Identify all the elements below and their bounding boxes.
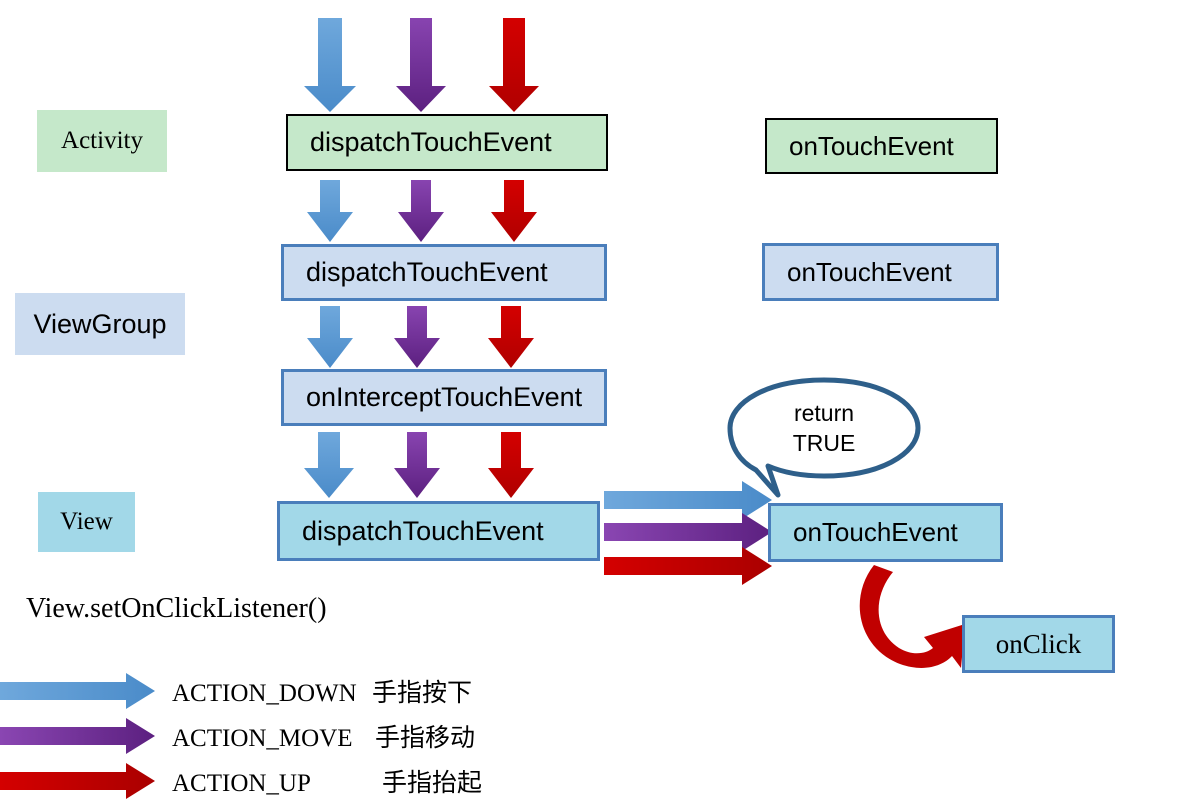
arrow-right-action-up	[604, 547, 772, 585]
node-viewgroup-ontouch-label: onTouchEvent	[787, 256, 952, 287]
layer-label-activity: Activity	[37, 110, 167, 172]
layer-label-activity-text: Activity	[61, 127, 143, 154]
layer-label-viewgroup-text: ViewGroup	[33, 308, 167, 339]
note-set-on-click-listener-text: View.setOnClickListener()	[26, 593, 327, 624]
legend-arrow-action-down-icon	[0, 673, 155, 709]
arrow-down-action-move-3	[394, 306, 440, 368]
node-activity-on-touch-event[interactable]: onTouchEvent	[765, 118, 998, 174]
node-view-dispatch-touch-event[interactable]: dispatchTouchEvent	[277, 501, 600, 561]
legend-label-action-down: ACTION_DOWN	[172, 680, 357, 707]
node-viewgroup-on-touch-event[interactable]: onTouchEvent	[762, 243, 999, 301]
legend-cn-action-down: 手指按下	[372, 680, 473, 707]
diagram-canvas: Activity ViewGroup View dispatchTouchEve…	[0, 0, 1181, 804]
node-activity-dispatch-label: dispatchTouchEvent	[310, 127, 552, 157]
node-viewgroup-intercept-label: onInterceptTouchEvent	[306, 382, 583, 412]
arrow-down-action-up-2	[491, 180, 537, 242]
arrow-down-action-move-2	[398, 180, 444, 242]
legend-arrow-action-move-icon	[0, 718, 155, 754]
arrow-down-action-down-1	[304, 18, 356, 112]
layer-label-viewgroup: ViewGroup	[15, 293, 185, 355]
legend-label-action-move: ACTION_MOVE	[172, 725, 353, 752]
arrow-down-action-up-4	[488, 432, 534, 498]
callout-return-true: return TRUE	[738, 398, 910, 458]
arrow-right-action-move	[604, 513, 772, 551]
layer-label-view: View	[38, 492, 135, 552]
arrow-down-action-down-2	[307, 180, 353, 242]
layer-label-view-text: View	[60, 508, 113, 535]
callout-line-2: TRUE	[792, 430, 856, 456]
legend-cn-action-move: 手指移动	[375, 725, 476, 752]
node-view-on-touch-event[interactable]: onTouchEvent	[768, 503, 1003, 562]
node-viewgroup-dispatch-label: dispatchTouchEvent	[306, 257, 548, 287]
arrow-down-action-move-4	[394, 432, 440, 498]
node-viewgroup-dispatch-touch-event[interactable]: dispatchTouchEvent	[281, 244, 607, 301]
legend-item-action-move: ACTION_MOVE 手指移动	[0, 718, 475, 754]
node-view-dispatch-label: dispatchTouchEvent	[302, 515, 544, 546]
arrow-right-action-down	[604, 481, 772, 519]
arrow-curved-onclick	[859, 565, 965, 668]
node-view-ontouch-label: onTouchEvent	[793, 517, 958, 547]
callout-line-1: return	[793, 400, 855, 426]
legend-cn-action-up: 手指抬起	[382, 770, 483, 797]
arrow-down-action-down-4	[304, 432, 354, 498]
legend-item-action-up: ACTION_UP 手指抬起	[0, 763, 482, 799]
node-activity-dispatch-touch-event[interactable]: dispatchTouchEvent	[286, 114, 608, 171]
node-onclick[interactable]: onClick	[962, 615, 1115, 673]
arrow-down-action-up-1	[489, 18, 539, 112]
arrow-down-action-up-3	[488, 306, 534, 368]
arrow-down-action-down-3	[307, 306, 353, 368]
node-onclick-label: onClick	[995, 628, 1082, 659]
legend-label-action-up: ACTION_UP	[172, 770, 311, 797]
legend-arrow-action-up-icon	[0, 763, 155, 799]
note-set-on-click-listener: View.setOnClickListener()	[26, 593, 327, 625]
legend-item-action-down: ACTION_DOWN 手指按下	[0, 673, 472, 709]
node-activity-ontouch-label: onTouchEvent	[789, 130, 954, 161]
node-viewgroup-on-intercept-touch-event[interactable]: onInterceptTouchEvent	[281, 369, 607, 426]
arrow-down-action-move-1	[396, 18, 446, 112]
